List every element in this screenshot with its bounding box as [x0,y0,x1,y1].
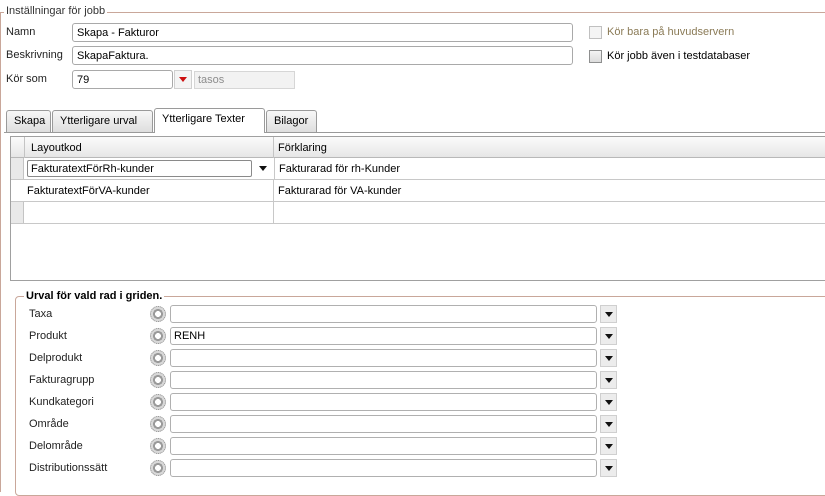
run-as-user-field: tasos [194,71,295,89]
gear-icon[interactable] [150,394,166,410]
chevron-down-icon [604,355,613,361]
chevron-down-icon [604,333,613,339]
chevron-down-icon [179,77,187,82]
tab-bilagor[interactable]: Bilagor [266,110,317,132]
fakturagrupp-dropdown-button[interactable] [600,371,617,389]
delprodukt-input[interactable] [170,349,597,367]
distributionssatt-input[interactable] [170,459,597,477]
tab-skapa[interactable]: Skapa [6,110,51,132]
chevron-down-icon [604,421,613,427]
delprodukt-dropdown-button[interactable] [600,349,617,367]
selection-group-title: Urval för vald rad i griden. [24,290,165,302]
tab-ytterligare-texter[interactable]: Ytterligare Texter [154,108,265,133]
delomrade-input[interactable] [170,437,597,455]
chevron-down-icon [604,465,613,471]
grid-header: Layoutkod Förklaring [11,137,825,158]
main-server-only-checkbox[interactable] [589,26,602,39]
chevron-down-icon [604,377,613,383]
row-selector[interactable] [11,202,24,223]
delomrade-dropdown-button[interactable] [600,437,617,455]
produkt-label: Produkt [29,330,67,342]
forklaring-cell[interactable] [274,202,825,223]
fakturagrupp-input[interactable] [170,371,597,389]
texts-grid: Layoutkod Förklaring FakturatextFörRh-ku… [10,136,825,281]
tab-ytterligare-urval[interactable]: Ytterligare urval [52,110,153,132]
chevron-down-icon [604,311,613,317]
produkt-dropdown-button[interactable] [600,327,617,345]
fakturagrupp-label: Fakturagrupp [29,374,95,386]
forklaring-cell[interactable]: Fakturarad för rh-Kunder [274,158,825,179]
chevron-down-icon [259,166,267,171]
kundkategori-dropdown-button[interactable] [600,393,617,411]
description-label: Beskrivning [6,49,63,61]
new-row[interactable] [11,202,825,224]
omrade-input[interactable] [170,415,597,433]
description-input[interactable] [72,46,573,65]
delomrade-label: Delområde [29,440,83,452]
run-as-dropdown-button[interactable] [174,70,192,89]
run-as-input[interactable] [72,70,173,89]
omrade-dropdown-button[interactable] [600,415,617,433]
forklaring-cell[interactable]: Fakturarad för VA-kunder [274,180,825,201]
gear-icon[interactable] [150,372,166,388]
gear-icon[interactable] [150,438,166,454]
layoutkod-cell[interactable] [24,202,274,223]
name-label: Namn [6,26,36,38]
taxa-dropdown-button[interactable] [600,305,617,323]
distributionssatt-label: Distributionssätt [29,462,108,474]
settings-group-title: Inställningar för jobb [4,5,108,17]
omrade-label: Område [29,418,69,430]
gear-icon[interactable] [150,350,166,366]
grid-header-corner [11,137,25,158]
run-as-label: Kör som [6,73,47,85]
kundkategori-label: Kundkategori [29,396,94,408]
layoutkod-combo[interactable]: FakturatextFörRh-kunder [27,160,252,177]
gear-icon[interactable] [150,416,166,432]
row-selector[interactable] [11,158,24,179]
main-server-only-label: Kör bara på huvudservern [607,26,735,38]
delprodukt-label: Delprodukt [29,352,83,364]
layoutkod-dropdown-button[interactable] [254,160,272,177]
layoutkod-cell[interactable]: FakturatextFörVA-kunder [23,180,274,201]
gear-icon[interactable] [150,328,166,344]
test-database-label: Kör jobb även i testdatabaser [607,50,751,62]
produkt-input[interactable]: RENH [170,327,597,345]
column-header-layoutkod[interactable]: Layoutkod [25,137,274,158]
kundkategori-input[interactable] [170,393,597,411]
gear-icon[interactable] [150,460,166,476]
chevron-down-icon [604,399,613,405]
taxa-input[interactable] [170,305,597,323]
test-database-checkbox[interactable] [589,50,602,63]
distributionssatt-dropdown-button[interactable] [600,459,617,477]
table-row[interactable]: FakturatextFörVA-kunder Fakturarad för V… [11,180,825,202]
table-row[interactable]: FakturatextFörRh-kunder Fakturarad för r… [11,158,825,180]
column-header-forklaring[interactable]: Förklaring [274,137,825,158]
taxa-label: Taxa [29,308,53,320]
tab-strip-line [4,132,825,133]
chevron-down-icon [604,443,613,449]
name-input[interactable] [72,23,573,42]
gear-icon[interactable] [150,306,166,322]
